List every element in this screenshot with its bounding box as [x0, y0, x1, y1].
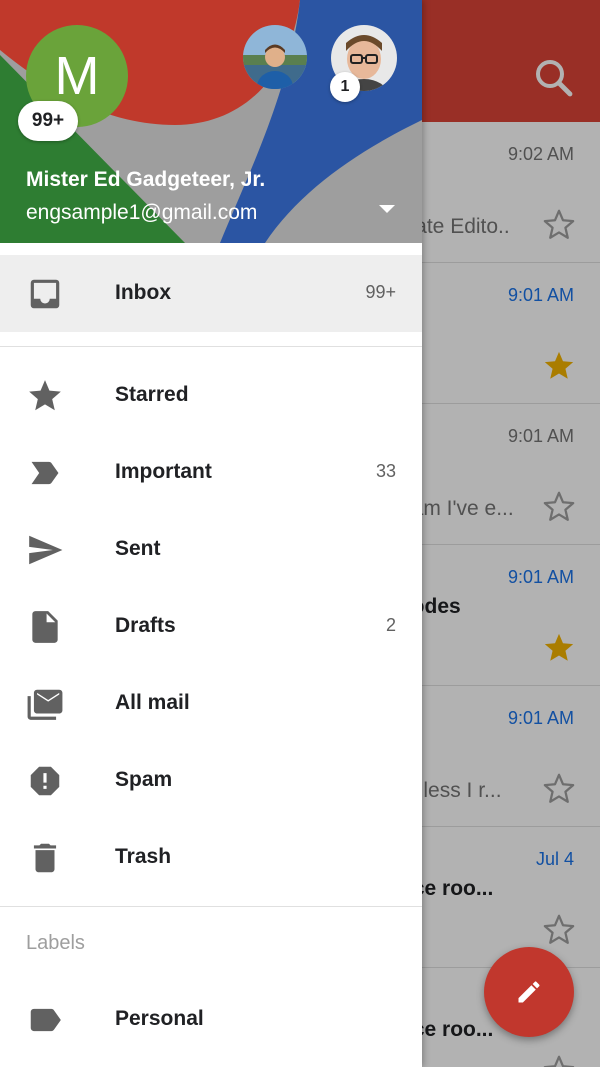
labels-section-heading: Labels — [0, 907, 422, 981]
nav-item-label: Personal — [115, 1007, 204, 1030]
label-icon — [26, 1001, 64, 1039]
unread-badge: 99+ — [18, 101, 78, 141]
dropdown-arrow-icon — [379, 205, 395, 213]
nav-item-important[interactable]: Important 33 — [0, 434, 422, 511]
nav-item-drafts[interactable]: Drafts 2 — [0, 588, 422, 665]
nav-item-personal[interactable]: Personal — [0, 981, 422, 1058]
nav-item-all-mail[interactable]: All mail — [0, 665, 422, 742]
nav-item-count: 99+ — [365, 282, 396, 302]
other-account-badge: 1 — [330, 72, 360, 102]
nav-item-label: All mail — [115, 691, 190, 714]
account-header[interactable]: M 99+ 1 Mister Ed Gadgeteer, Jr. engsamp… — [0, 0, 422, 243]
nav-item-label: Spam — [115, 768, 173, 791]
nav-item-label: Trash — [115, 845, 172, 868]
send-icon — [26, 531, 64, 569]
nav-item-starred[interactable]: Starred — [0, 357, 422, 434]
nav-item-count: 2 — [385, 615, 396, 635]
compose-button[interactable] — [484, 947, 574, 1037]
navigation-drawer: M 99+ 1 Mister Ed Gadgeteer, Jr. engsamp… — [0, 0, 422, 1067]
nav-item-count: 33 — [375, 461, 396, 481]
nav-item-inbox[interactable]: Inbox 99+ — [0, 255, 422, 332]
draft-icon — [26, 608, 64, 646]
trash-icon — [26, 839, 64, 877]
nav-item-label: Important — [115, 460, 212, 483]
important-icon — [26, 454, 64, 492]
nav-item-label: Sent — [115, 537, 161, 560]
nav-item-label: Inbox — [115, 281, 171, 304]
pencil-icon — [518, 981, 540, 1003]
nav-item-label: Starred — [115, 383, 189, 406]
all-mail-icon — [26, 685, 64, 723]
nav-item-trash[interactable]: Trash — [0, 819, 422, 896]
nav-item-label: Drafts — [115, 614, 176, 637]
nav-item-sent[interactable]: Sent — [0, 511, 422, 588]
inbox-icon — [26, 275, 64, 313]
spam-icon — [26, 762, 64, 800]
account-name: Mister Ed Gadgeteer, Jr. — [26, 168, 266, 191]
account-switcher-button[interactable] — [372, 199, 402, 219]
account-email: engsample1@gmail.com — [26, 201, 258, 224]
star-icon — [26, 377, 64, 415]
divider — [0, 346, 422, 347]
other-account-avatar[interactable] — [243, 25, 307, 89]
folder-list: Inbox 99+ Starred Important 33 Sent Drafts 2 All… — [0, 255, 422, 1058]
labels-heading-text: Labels — [26, 932, 85, 954]
nav-item-spam[interactable]: Spam — [0, 742, 422, 819]
